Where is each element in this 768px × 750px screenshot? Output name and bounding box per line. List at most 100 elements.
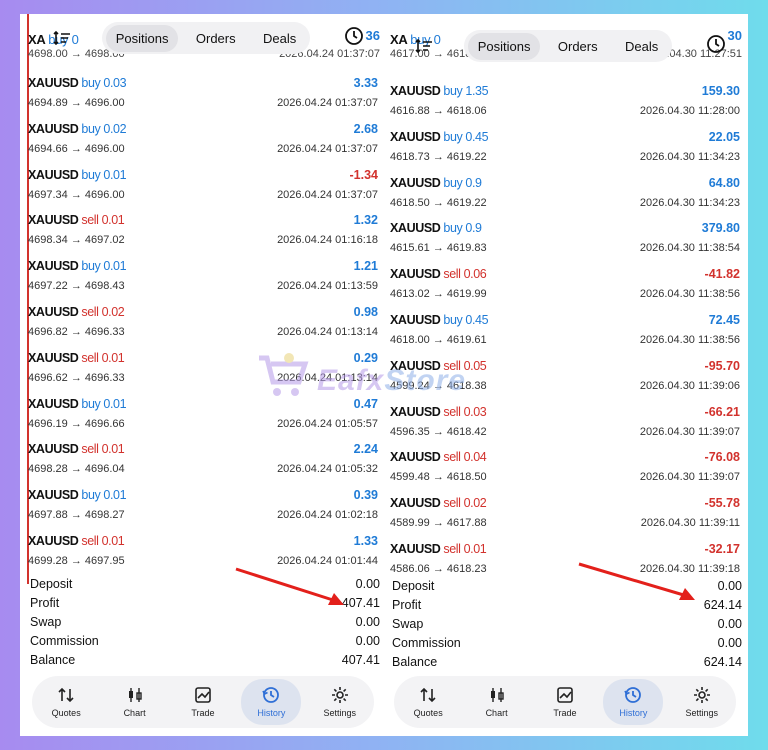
deal-prices: 4699.28 → 4697.95: [28, 554, 125, 567]
deal-row[interactable]: XAUUSD buy 0.01 4696.19 → 4696.66 0.47 2026.…: [20, 393, 386, 439]
deal-symbol: XAUUSD buy 0.03: [28, 76, 127, 90]
deal-profit: -66.21: [704, 404, 740, 419]
deal-row[interactable]: XAUUSD sell 0.02 4589.99 → 4617.88 -55.78 20…: [382, 492, 748, 538]
deal-side-lots: buy 0.9: [443, 221, 482, 236]
deal-time: 2026.04.30 11:28:00: [639, 105, 740, 117]
deal-row[interactable]: XAUUSD buy 0.01 4697.22 → 4698.43 1.21 2026.…: [20, 255, 386, 301]
sort-icon[interactable]: [410, 32, 438, 60]
deal-profit: 159.30: [701, 84, 740, 98]
deal-row[interactable]: XAUUSD sell 0.01 4698.34 → 4697.02 1.32 2026…: [20, 209, 386, 255]
deal-time: 2026.04.30 11:38:54: [639, 242, 740, 255]
deal-row[interactable]: XAUUSD buy 0.9 4615.61 → 4619.83 379.80 2026…: [382, 217, 748, 263]
tab-deals[interactable]: Deals: [253, 25, 306, 52]
top-bar: Positions Orders Deals: [26, 22, 380, 54]
tab-positions[interactable]: Positions: [105, 24, 179, 52]
deal-time: 2026.04.24 01:05:57: [277, 417, 378, 430]
tab-orders[interactable]: Orders: [186, 25, 246, 52]
deal-row[interactable]: XAUUSD sell 0.01 4698.28 → 4696.04 2.24 2026…: [20, 438, 386, 484]
tab-orders[interactable]: Orders: [548, 33, 608, 60]
summary-value: 0.00: [717, 636, 742, 650]
deal-side-lots: buy 0.9: [443, 175, 482, 190]
deal-profit: -1.34: [349, 167, 379, 182]
quotes-icon: [419, 686, 437, 708]
tab-bar: Positions Orders Deals: [464, 30, 672, 62]
deal-row[interactable]: XAUUSD sell 0.04 4599.48 → 4618.50 -76.08 20…: [382, 446, 748, 492]
trade-icon: [194, 686, 212, 708]
deal-side-lots: sell 0.01: [81, 213, 125, 228]
nav-item-history[interactable]: History: [241, 679, 302, 725]
nav-label: Settings: [323, 708, 357, 718]
deal-side-lots: sell 0.03: [443, 404, 487, 419]
summary-label: Swap: [30, 615, 62, 629]
deal-row[interactable]: XAUUSD sell 0.01 4696.62 → 4696.33 0.29 2026…: [20, 347, 386, 393]
deal-row[interactable]: XAUUSD buy 0.03 4694.89 → 4696.00 3.33 2026.…: [20, 72, 386, 118]
tab-deals[interactable]: Deals: [615, 33, 668, 60]
summary-row-commission: Commission 0.00: [392, 636, 742, 655]
deal-row[interactable]: XAUUSD buy 0.01 4697.34 → 4696.00 -1.34 2026…: [20, 164, 386, 210]
summary-row-balance: Balance 624.14: [392, 655, 742, 674]
tab-positions[interactable]: Positions: [467, 32, 541, 60]
nav-label: Chart: [123, 708, 146, 718]
nav-item-trade[interactable]: Trade: [535, 679, 595, 725]
nav-item-trade[interactable]: Trade: [173, 679, 233, 725]
deal-row[interactable]: XAUUSD buy 0.02 4694.66 → 4696.00 2.68 2026.…: [20, 118, 386, 164]
deal-prices: 4613.02 → 4619.99: [390, 288, 487, 301]
nav-label: Chart: [485, 708, 508, 718]
deal-row[interactable]: XAUUSD sell 0.02 4696.82 → 4696.33 0.98 2026…: [20, 301, 386, 347]
deal-time: 2026.04.24 01:37:07: [277, 97, 378, 109]
deal-prices: 4694.66 → 4696.00: [28, 142, 125, 155]
deal-side-lots: sell 0.01: [81, 442, 125, 457]
summary-label: Swap: [392, 617, 424, 631]
summary-value: 0.00: [717, 579, 742, 593]
deal-prices: 4697.88 → 4698.27: [28, 509, 125, 522]
deal-prices: 4615.61 → 4619.83: [390, 242, 487, 255]
deal-time: 2026.04.24 01:37:07: [277, 142, 378, 155]
deal-row[interactable]: XAUUSD sell 0.06 4613.02 → 4619.99 -41.82 20…: [382, 263, 748, 309]
deal-profit: 1.33: [353, 533, 378, 548]
history-panel-left: XA buy 0 4698.00 → 4698.00 36 2026.04.24…: [20, 14, 386, 736]
chart-icon: [126, 686, 144, 708]
nav-item-settings[interactable]: Settings: [672, 679, 732, 725]
deal-row[interactable]: XAUUSD buy 0.9 4618.50 → 4619.22 64.80 2026.…: [382, 172, 748, 218]
deal-row[interactable]: XAUUSD buy 0.45 4618.73 → 4619.22 22.05 2026…: [382, 126, 748, 172]
summary-value: 624.14: [703, 655, 742, 669]
deal-row[interactable]: XAUUSD buy 0.45 4618.00 → 4619.61 72.45 2026…: [382, 309, 748, 355]
deal-row[interactable]: XAUUSD sell 0.05 4599.24 → 4618.38 -95.70 20…: [382, 355, 748, 401]
deal-symbol: XAUUSD sell 0.01: [28, 213, 125, 228]
deal-row[interactable]: XAUUSD buy 1.35 4616.88 → 4618.06 159.30 202…: [382, 80, 748, 126]
deal-symbol: XAUUSD buy 0.01: [28, 488, 127, 503]
nav-label: Trade: [553, 708, 577, 718]
summary-row-swap: Swap 0.00: [30, 615, 380, 634]
bottom-nav: Quotes Chart Trade History Settings: [394, 676, 736, 728]
nav-item-chart[interactable]: Chart: [105, 679, 165, 725]
nav-item-settings[interactable]: Settings: [310, 679, 370, 725]
clock-icon[interactable]: [706, 34, 728, 56]
deal-prices: 4696.82 → 4696.33: [28, 325, 125, 338]
annotation-arrow-left: [235, 567, 344, 605]
deal-row[interactable]: XAUUSD sell 0.03 4596.35 → 4618.42 -66.21 20…: [382, 401, 748, 447]
summary-label: Deposit: [30, 577, 73, 591]
deal-profit: 0.29: [353, 350, 378, 365]
deal-prices: 4696.62 → 4696.33: [28, 371, 125, 384]
clock-icon[interactable]: [344, 26, 366, 48]
deal-side-lots: sell 0.01: [443, 541, 487, 556]
deal-profit: -76.08: [704, 450, 740, 465]
deals-list: XAUUSD buy 0.03 4694.89 → 4696.00 3.33 2026.…: [20, 72, 386, 576]
deal-symbol: XAUUSD buy 0.45: [390, 312, 489, 327]
nav-item-quotes[interactable]: Quotes: [36, 679, 96, 725]
deal-time: 2026.04.24 01:05:32: [277, 463, 378, 476]
deal-symbol: XAUUSD buy 0.01: [28, 259, 127, 274]
sort-icon[interactable]: [48, 24, 76, 52]
deal-side-lots: sell 0.02: [81, 304, 125, 319]
summary-value: 407.41: [341, 653, 380, 667]
deal-row[interactable]: XAUUSD buy 0.01 4697.88 → 4698.27 0.39 2026.…: [20, 484, 386, 530]
deal-symbol: XAUUSD sell 0.03: [390, 404, 487, 419]
nav-item-history[interactable]: History: [603, 679, 664, 725]
deal-time: 2026.04.24 01:37:07: [277, 188, 378, 201]
deal-time: 2026.04.30 11:39:06: [639, 379, 740, 392]
nav-item-chart[interactable]: Chart: [467, 679, 527, 725]
top-bar: Positions Orders Deals: [388, 30, 742, 62]
nav-item-quotes[interactable]: Quotes: [398, 679, 458, 725]
deal-side-lots: sell 0.01: [81, 350, 125, 365]
deal-time: 2026.04.30 11:38:56: [639, 288, 740, 301]
